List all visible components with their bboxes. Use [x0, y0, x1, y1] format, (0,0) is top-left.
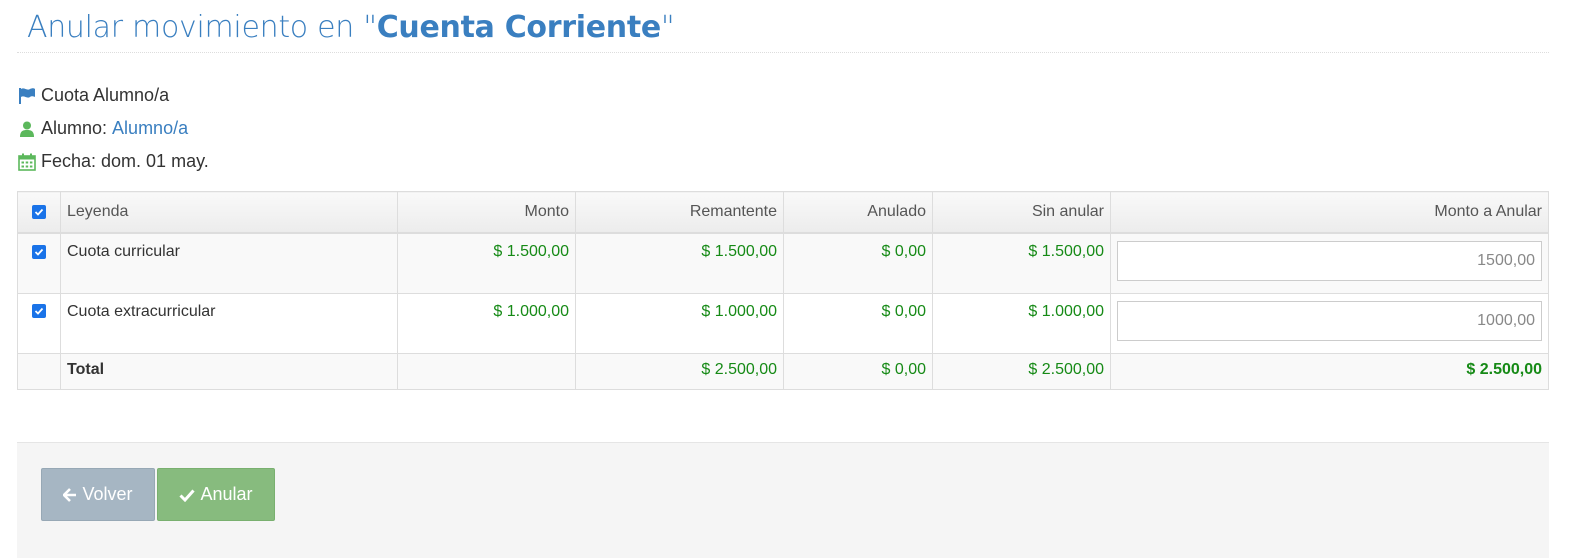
concept-text: Cuota Alumno/a [41, 85, 170, 105]
back-button[interactable]: Volver [41, 468, 155, 521]
cell-monto-a-anular [1110, 232, 1549, 294]
check-icon [179, 488, 196, 502]
row-checkbox[interactable] [32, 244, 46, 259]
back-button-label: Volver [82, 484, 133, 504]
row-select-cell [17, 232, 61, 294]
select-all-checkbox[interactable] [32, 204, 46, 219]
header-leyenda: Leyenda [60, 191, 398, 234]
cell-leyenda: Cuota extracurricular [60, 292, 398, 354]
header-monto: Monto [397, 191, 576, 234]
total-remanente: $ 2.500,00 [575, 352, 784, 390]
anular-button[interactable]: Anular [157, 468, 275, 521]
header-anulado: Anulado [783, 191, 933, 234]
header-remanente: Remantente [575, 191, 784, 234]
student-label: Alumno: [41, 118, 108, 138]
student-link[interactable]: Alumno/a [112, 118, 188, 139]
cell-anulado: $ 0,00 [783, 292, 933, 354]
total-monto-cell [397, 352, 576, 390]
select-all-cell [17, 191, 61, 234]
header-monto-a-anular: Monto a Anular [1110, 191, 1549, 234]
total-label: Total [60, 352, 398, 390]
date-line: Fecha: dom. 01 may. [17, 145, 1549, 178]
user-icon [17, 119, 37, 139]
table-row: Cuota extracurricular $ 1.000,00 $ 1.000… [17, 292, 1549, 354]
cell-monto: $ 1.000,00 [397, 292, 576, 354]
page-title: Anular movimiento en "Cuenta Corriente" [17, 0, 1549, 53]
amount-input[interactable] [1117, 300, 1542, 341]
form-actions: Volver Anular [17, 442, 1549, 558]
total-anulado: $ 0,00 [783, 352, 933, 390]
amount-input[interactable] [1117, 241, 1542, 281]
concept-line: Cuota Alumno/a [17, 79, 1549, 112]
page: Anular movimiento en "Cuenta Corriente" … [17, 0, 1549, 390]
total-row: Total $ 2.500,00 $ 0,00 $ 2.500,00 $ 2.5… [17, 352, 1549, 390]
table-header: Leyenda Monto Remantente Anulado Sin anu… [17, 191, 1549, 234]
cell-remanente: $ 1.500,00 [575, 232, 784, 294]
title-account-name: Cuenta Corriente [376, 10, 662, 45]
table-row: Cuota curricular $ 1.500,00 $ 1.500,00 $… [17, 232, 1549, 294]
total-sin-anular: $ 2.500,00 [932, 352, 1111, 390]
date-text: Fecha: dom. 01 may. [41, 151, 209, 171]
total-monto-a-anular: $ 2.500,00 [1110, 352, 1549, 390]
cell-sin-anular: $ 1.500,00 [932, 232, 1111, 294]
row-select-cell [17, 292, 61, 354]
movement-info: Cuota Alumno/a Alumno: Alumno/a Fecha: d… [17, 79, 1549, 178]
cell-sin-anular: $ 1.000,00 [932, 292, 1111, 354]
movements-table: Leyenda Monto Remantente Anulado Sin anu… [17, 191, 1549, 390]
cell-monto: $ 1.500,00 [397, 232, 576, 294]
header-sin-anular: Sin anular [932, 191, 1111, 234]
arrow-left-icon [63, 487, 77, 502]
row-checkbox[interactable] [32, 304, 46, 319]
cell-monto-a-anular [1110, 292, 1549, 354]
cell-anulado: $ 0,00 [783, 232, 933, 294]
cell-leyenda: Cuota curricular [60, 232, 398, 294]
anular-button-label: Anular [200, 484, 253, 504]
title-suffix: " [660, 10, 675, 45]
title-prefix: Anular movimiento en " [27, 10, 377, 45]
total-empty-cell [17, 352, 61, 390]
flag-icon [17, 86, 37, 106]
cell-remanente: $ 1.000,00 [575, 292, 784, 354]
calendar-icon [17, 152, 37, 172]
student-line: Alumno: Alumno/a [17, 112, 1549, 145]
